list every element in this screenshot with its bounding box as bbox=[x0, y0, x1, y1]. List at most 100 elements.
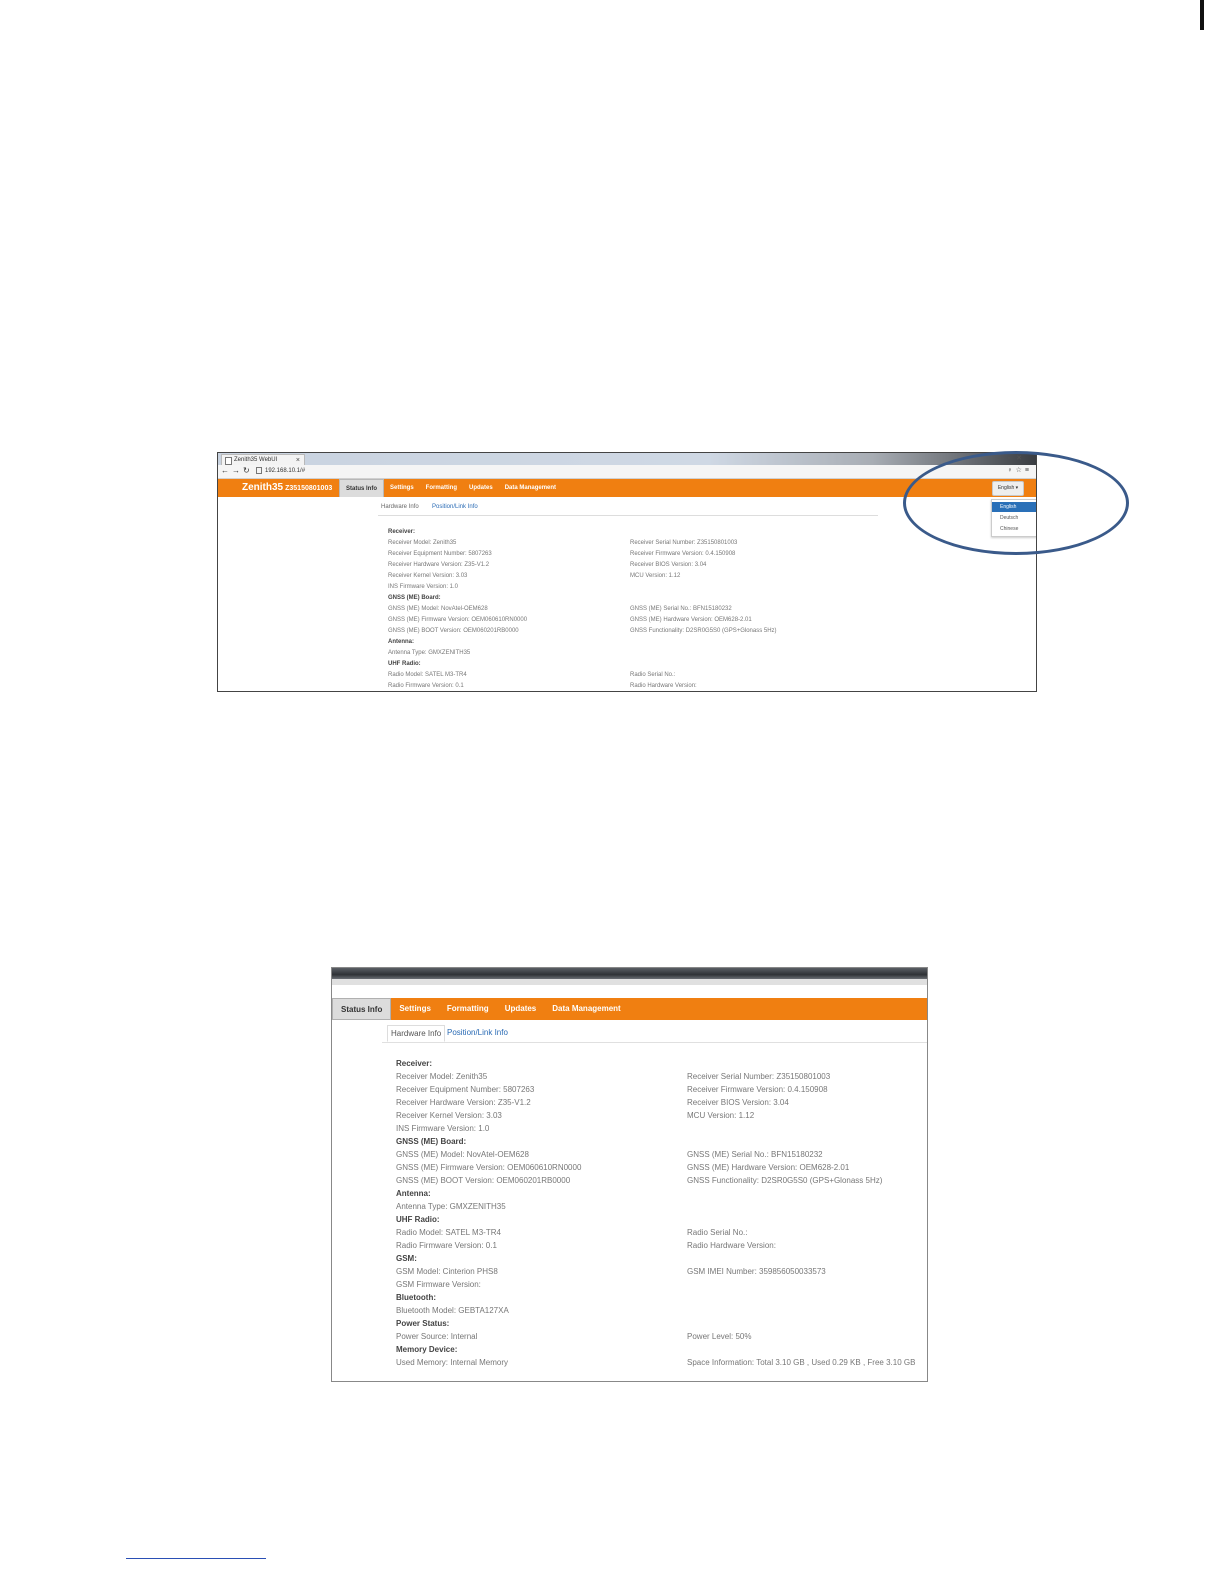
info-row: GNSS (ME) Model: NovAtel-OEM628 GNSS (ME)… bbox=[388, 604, 1028, 615]
info-field-right: GSM IMEI Number: 359856050033573 bbox=[687, 1267, 826, 1276]
info-field-left: Receiver Model: Zenith35 bbox=[388, 540, 457, 546]
brand-name: Zenith35 bbox=[242, 482, 284, 493]
info-field-right: Receiver Firmware Version: 0.4.150908 bbox=[630, 551, 736, 557]
info-row: Receiver Model: Zenith35 Receiver Serial … bbox=[388, 538, 1028, 549]
info-row: GSM Model: Cinterion PHS8 GSM IMEI Number… bbox=[396, 1265, 921, 1278]
info-field-right: Space Information: Total 3.10 GB , Used … bbox=[687, 1358, 916, 1367]
info-field-left: Antenna Type: GMXZENITH35 bbox=[396, 1202, 506, 1211]
hardware-info-panel: Receiver: Receiver Model: Zenith35 Receive… bbox=[388, 527, 1028, 691]
info-field-left: GNSS (ME) Model: NovAtel-OEM628 bbox=[396, 1150, 529, 1159]
info-row: Radio Model: SATEL M3-TR4 Radio Serial No… bbox=[388, 670, 1028, 681]
info-field-left: Radio Model: SATEL M3-TR4 bbox=[396, 1228, 501, 1237]
menu-item-updates[interactable]: Updates bbox=[463, 479, 499, 497]
section-heading: Receiver: bbox=[396, 1059, 433, 1068]
info-field-left: GNSS (ME) Firmware Version: OEM060610RN0… bbox=[388, 617, 528, 623]
info-row: GNSS (ME) Model: NovAtel-OEM628 GNSS (ME)… bbox=[396, 1148, 921, 1161]
menu-item-settings[interactable]: Settings bbox=[384, 479, 420, 497]
info-row: Memory Device: bbox=[396, 1343, 921, 1356]
info-field-left: Receiver Kernel Version: 3.03 bbox=[388, 573, 468, 579]
info-field-left: INS Firmware Version: 1.0 bbox=[388, 584, 459, 590]
info-field-left: GSM Model: Cinterion PHS8 bbox=[396, 1267, 498, 1276]
tab-position-link-info[interactable]: Position/Link Info bbox=[432, 504, 478, 510]
info-field-right: GNSS (ME) Serial No.: BFN15180232 bbox=[687, 1150, 823, 1159]
info-row: GNSS (ME) Firmware Version: OEM060610RN0… bbox=[396, 1161, 921, 1174]
info-row: Power Source: Internal Power Level: 50% bbox=[396, 1330, 921, 1343]
info-row: Antenna Type: GMXZENITH35 bbox=[396, 1200, 921, 1213]
info-field-right: GNSS (ME) Hardware Version: OEM628-2.01 bbox=[630, 617, 752, 623]
info-row: Receiver Hardware Version: Z35-V1.2 Recei… bbox=[388, 560, 1028, 571]
section-heading: GNSS (ME) Board: bbox=[396, 1137, 467, 1146]
top-nav-bar: Status Info Settings Formatting Updates Data… bbox=[332, 998, 927, 1020]
url-field[interactable]: 192.168.10.1/# bbox=[256, 467, 976, 475]
tab-position-link-info[interactable]: Position/Link Info bbox=[447, 1025, 508, 1040]
section-heading: Power Status: bbox=[396, 1319, 450, 1328]
info-field-right: Receiver BIOS Version: 3.04 bbox=[687, 1098, 789, 1107]
menu-item-data-management[interactable]: Data Management bbox=[499, 479, 562, 497]
menu-item-data-management[interactable]: Data Management bbox=[544, 998, 628, 1020]
info-row: Receiver Equipment Number: 5807263 Receiv… bbox=[396, 1083, 921, 1096]
info-field-left: Used Memory: Internal Memory bbox=[396, 1358, 509, 1367]
info-field-left: GSM Firmware Version: bbox=[396, 1280, 481, 1289]
info-field-right: Radio Hardware Version: bbox=[687, 1241, 776, 1250]
menu-item-formatting[interactable]: Formatting bbox=[420, 479, 463, 497]
menu-item-status-info[interactable]: Status Info bbox=[339, 479, 384, 497]
info-field-right: GNSS (ME) Serial No.: BFN15180232 bbox=[630, 606, 732, 612]
menu-item-formatting[interactable]: Formatting bbox=[439, 998, 497, 1020]
main-menu: Status Info Settings Formatting Updates Data… bbox=[339, 479, 562, 497]
info-row: Antenna Type: GMXZENITH35 bbox=[388, 648, 1028, 659]
info-row: Used Memory: Internal Memory Space Inform… bbox=[396, 1356, 921, 1369]
tab-hardware-info[interactable]: Hardware Info bbox=[381, 504, 419, 510]
info-field-left: Receiver Hardware Version: Z35-V1.2 bbox=[388, 562, 490, 568]
info-field-right: Radio Serial No.: bbox=[630, 672, 676, 678]
info-field-left: Receiver Equipment Number: 5807263 bbox=[396, 1085, 535, 1094]
info-field-right: Power Level: 50% bbox=[687, 1332, 752, 1341]
browser-tab[interactable]: Zenith35 WebUI × bbox=[221, 454, 305, 465]
browser-frame-band bbox=[332, 968, 927, 979]
menu-item-settings[interactable]: Settings bbox=[391, 998, 439, 1020]
info-row: Bluetooth Model: GEBTA127XA bbox=[396, 1304, 921, 1317]
section-heading: GSM: bbox=[396, 1254, 417, 1263]
info-row: Receiver Equipment Number: 5807263 Receiv… bbox=[388, 549, 1028, 560]
hardware-info-panel: Receiver: Receiver Model: Zenith35 Receive… bbox=[396, 1057, 921, 1369]
info-field-right: Receiver Firmware Version: 0.4.150908 bbox=[687, 1085, 828, 1094]
info-field-right: Receiver Serial Number: Z35150801003 bbox=[630, 540, 738, 546]
info-row: UHF Radio: bbox=[396, 1213, 921, 1226]
info-row: Antenna: bbox=[388, 637, 1028, 648]
spacer bbox=[332, 985, 927, 998]
info-field-left: Receiver Kernel Version: 3.03 bbox=[396, 1111, 502, 1120]
info-row: GSM: bbox=[396, 1252, 921, 1265]
info-field-right: MCU Version: 1.12 bbox=[687, 1111, 755, 1120]
section-heading: UHF Radio: bbox=[396, 1215, 440, 1224]
info-row: GSM Firmware Version: bbox=[396, 1278, 921, 1291]
section-heading: Antenna: bbox=[388, 639, 414, 645]
info-row: GNSS (ME) Firmware Version: OEM060610RN0… bbox=[388, 615, 1028, 626]
info-row: Antenna: bbox=[396, 1187, 921, 1200]
info-row: GNSS (ME) Board: bbox=[388, 593, 1028, 604]
section-heading: Receiver: bbox=[388, 529, 416, 535]
menu-item-status-info[interactable]: Status Info bbox=[332, 998, 392, 1020]
info-field-left: Receiver Model: Zenith35 bbox=[396, 1072, 488, 1081]
main-menu: Status Info Settings Formatting Updates Data… bbox=[332, 998, 629, 1020]
info-field-left: GNSS (ME) Model: NovAtel-OEM628 bbox=[388, 606, 488, 612]
subtabs: Hardware Info Position/Link Info bbox=[378, 503, 878, 516]
tab-hardware-info[interactable]: Hardware Info bbox=[387, 1025, 446, 1042]
info-field-left: Bluetooth Model: GEBTA127XA bbox=[396, 1306, 509, 1315]
menu-item-updates[interactable]: Updates bbox=[497, 998, 545, 1020]
section-heading: Antenna: bbox=[396, 1189, 431, 1198]
info-field-right: GNSS (ME) Hardware Version: OEM628-2.01 bbox=[687, 1163, 850, 1172]
browser-tab-title: Zenith35 WebUI bbox=[234, 457, 278, 463]
section-heading: UHF Radio: bbox=[388, 661, 421, 667]
info-row: Receiver Kernel Version: 3.03 MCU Version… bbox=[396, 1109, 921, 1122]
info-field-right: MCU Version: 1.12 bbox=[630, 573, 681, 579]
info-field-left: INS Firmware Version: 1.0 bbox=[396, 1124, 490, 1133]
address-bar: ←→↻ 192.168.10.1/# ♀☆≡ bbox=[218, 465, 1036, 479]
info-row: INS Firmware Version: 1.0 bbox=[396, 1122, 921, 1135]
info-field-right: Radio Hardware Version: bbox=[630, 683, 697, 689]
section-heading: GNSS (ME) Board: bbox=[388, 595, 441, 601]
back-forward-reload-icon[interactable]: ←→↻ bbox=[221, 466, 253, 475]
info-field-left: GNSS (ME) BOOT Version: OEM060201RB0000 bbox=[396, 1176, 571, 1185]
info-row: Power Status: bbox=[396, 1317, 921, 1330]
info-row: Radio Firmware Version: 0.1 Radio Hardwar… bbox=[396, 1239, 921, 1252]
info-row: INS Firmware Version: 1.0 bbox=[388, 582, 1028, 593]
info-field-left: GNSS (ME) Firmware Version: OEM060610RN0… bbox=[396, 1163, 582, 1172]
